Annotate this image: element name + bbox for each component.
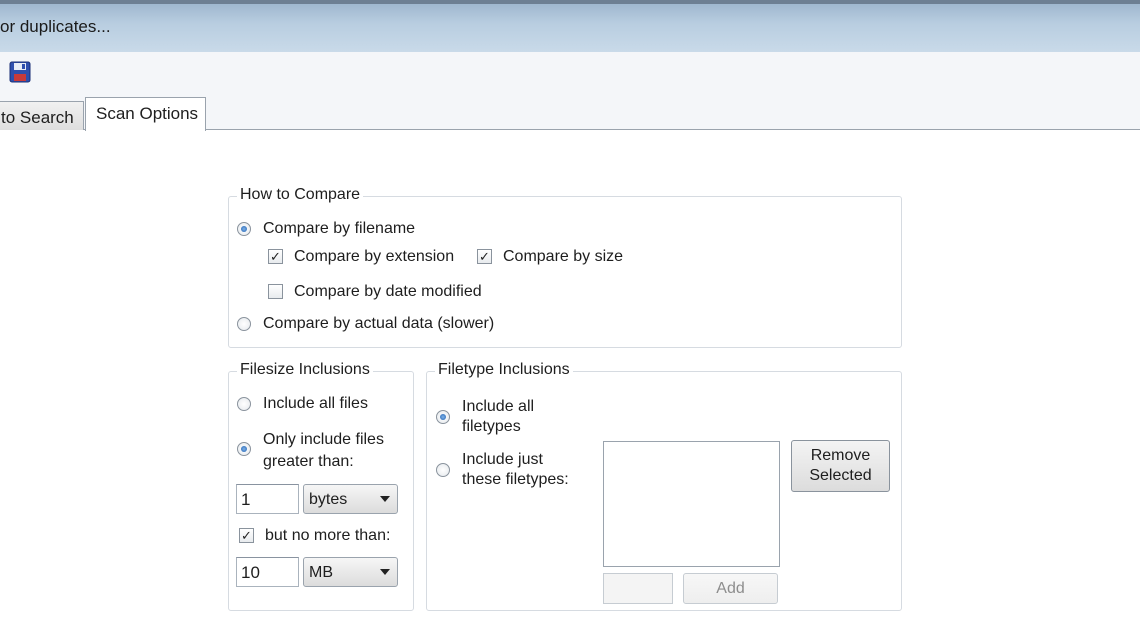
include-just-filetypes-label-line2: these filetypes: <box>462 471 569 488</box>
include-all-filetypes-label-line2: filetypes <box>462 418 521 435</box>
compare-by-data-radio[interactable] <box>237 317 251 331</box>
only-include-greater-label-line1: Only include files <box>263 431 384 448</box>
compare-by-extension-label: Compare by extension <box>294 248 455 265</box>
add-filetype-button[interactable]: Add <box>683 573 778 604</box>
max-size-checkbox[interactable]: ✓ <box>239 528 254 543</box>
filetype-inclusions-legend: Filetype Inclusions <box>435 361 573 379</box>
include-just-filetypes-label-line1: Include just <box>462 451 543 468</box>
max-size-unit-select[interactable]: MB <box>303 557 398 587</box>
window-title: or duplicates... <box>0 17 111 36</box>
max-size-label: but no more than: <box>265 527 391 544</box>
compare-by-filename-label: Compare by filename <box>263 220 416 237</box>
title-bar <box>0 0 1140 52</box>
new-filetype-input[interactable] <box>603 573 673 604</box>
compare-by-size-checkbox[interactable]: ✓ <box>477 249 492 264</box>
save-icon[interactable] <box>9 61 31 83</box>
min-size-unit-select[interactable]: bytes <box>303 484 398 514</box>
remove-selected-label-line2: Selected <box>809 467 872 484</box>
only-include-greater-radio[interactable] <box>237 442 251 456</box>
tab-search[interactable]: to Search <box>0 101 84 130</box>
how-to-compare-legend: How to Compare <box>237 186 364 204</box>
chevron-down-icon <box>380 496 390 502</box>
max-size-unit-value: MB <box>309 564 333 581</box>
max-size-input[interactable]: 10 <box>236 557 299 587</box>
include-all-files-radio[interactable] <box>237 397 251 411</box>
min-size-input[interactable]: 1 <box>236 484 299 514</box>
toolbar <box>0 52 1140 98</box>
compare-by-date-checkbox[interactable] <box>268 284 283 299</box>
include-all-filetypes-radio[interactable] <box>436 410 450 424</box>
compare-by-filename-radio[interactable] <box>237 222 251 236</box>
include-all-files-label: Include all files <box>263 395 368 412</box>
min-size-unit-value: bytes <box>309 491 348 508</box>
filetype-list[interactable] <box>603 441 780 567</box>
include-all-filetypes-label-line1: Include all <box>462 398 535 415</box>
remove-selected-button[interactable]: Remove Selected <box>791 440 890 492</box>
remove-selected-label-line1: Remove <box>810 447 871 464</box>
compare-by-size-label: Compare by size <box>503 248 624 265</box>
compare-by-data-label: Compare by actual data (slower) <box>263 315 495 332</box>
chevron-down-icon <box>380 569 390 575</box>
compare-by-extension-checkbox[interactable]: ✓ <box>268 249 283 264</box>
tab-scan-options[interactable]: Scan Options <box>85 97 206 131</box>
compare-by-date-label: Compare by date modified <box>294 283 482 300</box>
include-just-filetypes-radio[interactable] <box>436 463 450 477</box>
filesize-inclusions-legend: Filesize Inclusions <box>237 361 373 379</box>
only-include-greater-label-line2: greater than: <box>263 453 354 470</box>
